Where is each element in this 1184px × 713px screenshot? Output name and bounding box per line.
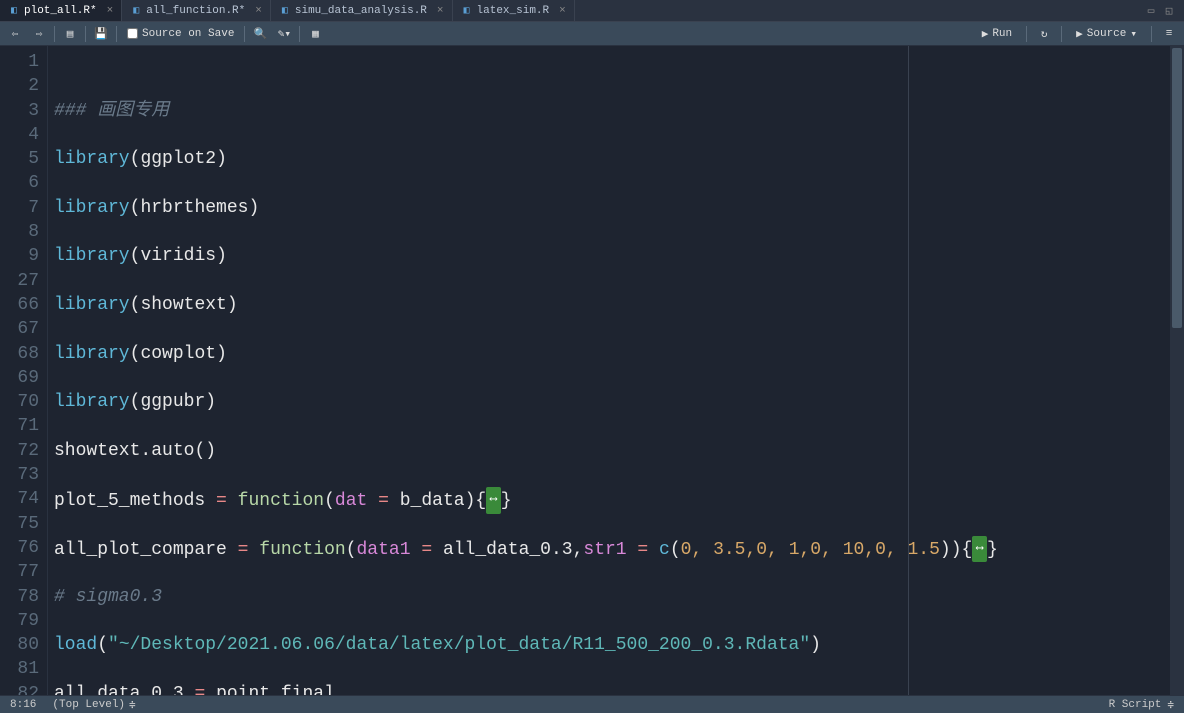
source-on-save[interactable]: Source on Save [123, 28, 238, 40]
fold-badge[interactable]: ⟷ [972, 536, 987, 562]
outline-button[interactable]: ≡ [1160, 25, 1178, 43]
editor: 1 2 3 4 5 6 7 8 9 27 66 67 68 69 70 71 7… [0, 46, 1184, 695]
source-on-save-checkbox[interactable] [127, 28, 138, 39]
margin-line [908, 46, 909, 695]
window-controls: ▭ ◱ [1144, 4, 1184, 18]
file-icon: ◧ [279, 5, 291, 17]
wand-button[interactable]: ✎▾ [275, 25, 293, 43]
tab-simu-data[interactable]: ◧ simu_data_analysis.R × [271, 0, 453, 21]
line-gutter: 1 2 3 4 5 6 7 8 9 27 66 67 68 69 70 71 7… [0, 46, 48, 695]
chevron-icon: ≑ [129, 698, 136, 712]
scope-indicator[interactable]: (Top Level) [52, 699, 125, 711]
tabs-bar: ◧ plot_all.R* × ◧ all_function.R* × ◧ si… [0, 0, 1184, 22]
scrollbar-thumb[interactable] [1172, 48, 1182, 328]
tab-label: all_function.R* [146, 5, 245, 17]
scrollbar[interactable] [1170, 46, 1184, 695]
find-button[interactable]: 🔍 [251, 25, 269, 43]
tab-label: simu_data_analysis.R [295, 5, 427, 17]
back-button[interactable]: ⇦ [6, 25, 24, 43]
close-icon[interactable]: × [559, 5, 566, 17]
maximize-icon[interactable]: ◱ [1162, 4, 1176, 18]
file-icon: ◧ [461, 5, 473, 17]
tab-label: plot_all.R* [24, 5, 97, 17]
save-button[interactable]: 💾 [92, 25, 110, 43]
language-mode[interactable]: R Script [1109, 699, 1162, 711]
file-icon: ◧ [8, 5, 20, 17]
tab-plot-all[interactable]: ◧ plot_all.R* × [0, 0, 122, 21]
tab-latex-sim[interactable]: ◧ latex_sim.R × [453, 0, 575, 21]
fold-badge[interactable]: ⟷ [486, 487, 501, 513]
statusbar: 8:16 (Top Level) ≑ R Script ≑ [0, 695, 1184, 713]
close-icon[interactable]: × [255, 5, 262, 17]
tab-label: latex_sim.R [477, 5, 550, 17]
code-area[interactable]: ### 画图专用 library(ggplot2) library(hrbrth… [48, 46, 1170, 695]
tab-all-function[interactable]: ◧ all_function.R* × [122, 0, 271, 21]
run-label: Run [992, 28, 1012, 40]
source-label: Source [1087, 28, 1127, 40]
run-button[interactable]: ▶ Run [976, 25, 1018, 43]
code-comment: ### 画图专用 [54, 101, 169, 121]
rerun-button[interactable]: ↻ [1035, 25, 1053, 43]
close-icon[interactable]: × [437, 5, 444, 17]
chevron-down-icon: ▾ [1130, 27, 1137, 41]
show-in-new-window-button[interactable]: ▤ [61, 25, 79, 43]
run-icon: ▶ [982, 27, 989, 41]
notebook-button[interactable]: ▦ [306, 25, 324, 43]
chevron-icon: ≑ [1167, 698, 1174, 712]
source-icon: ▶ [1076, 27, 1083, 41]
cursor-position: 8:16 [10, 699, 36, 711]
minimize-icon[interactable]: ▭ [1144, 4, 1158, 18]
close-icon[interactable]: × [107, 5, 114, 17]
source-button[interactable]: ▶ Source ▾ [1070, 25, 1143, 43]
file-icon: ◧ [130, 5, 142, 17]
source-on-save-label: Source on Save [142, 28, 234, 40]
editor-toolbar: ⇦ ⇨ ▤ 💾 Source on Save 🔍 ✎▾ ▦ ▶ Run ↻ ▶ … [0, 22, 1184, 46]
forward-button[interactable]: ⇨ [30, 25, 48, 43]
